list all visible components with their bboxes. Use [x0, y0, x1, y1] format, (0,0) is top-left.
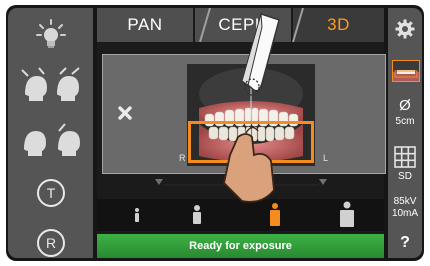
resolution-button[interactable]: SD: [388, 146, 422, 186]
head-tilt-icon: [21, 67, 80, 101]
settings-button[interactable]: [388, 14, 422, 44]
help-button[interactable]: ?: [388, 234, 422, 252]
head-rotate-icon: [24, 123, 80, 156]
device-frame: T R PAN CEPH 3D R L Ready for exposure Ø…: [6, 5, 424, 261]
grid-icon: [394, 146, 416, 168]
diameter-symbol: Ø: [399, 97, 411, 114]
settings-gear-icon: [395, 19, 415, 39]
gesture-overlay: [223, 13, 280, 203]
patient-child[interactable]: [119, 199, 155, 231]
left-sidebar: T R: [8, 8, 93, 258]
status-bar: Ready for exposure: [97, 234, 384, 258]
exposure-parameters[interactable]: 85kV 10mA: [388, 196, 422, 222]
tap-hand-icon: [223, 126, 275, 203]
scan-thumbnail[interactable]: [392, 60, 420, 82]
light-icon: [36, 19, 66, 48]
head-tilt-button[interactable]: [16, 63, 86, 105]
ma-value: 10mA: [391, 208, 419, 219]
fov-diameter[interactable]: Ø 5cm: [388, 96, 422, 132]
person-child-icon: [135, 208, 139, 222]
r-button[interactable]: R: [34, 226, 68, 260]
circle-r-icon: R: [37, 229, 65, 257]
svg-text:R: R: [46, 235, 56, 251]
close-button[interactable]: [111, 99, 139, 127]
patient-large[interactable]: [329, 199, 365, 231]
resolution-label: SD: [398, 171, 412, 182]
circle-t-icon: T: [37, 179, 65, 207]
head-rotate-button[interactable]: [16, 118, 86, 160]
left-side-label: L: [323, 153, 329, 163]
right-side-label: R: [179, 153, 186, 163]
close-icon: [118, 106, 132, 120]
kv-value: 85kV: [393, 196, 417, 207]
drag-finger-icon: [241, 13, 280, 96]
light-button[interactable]: [33, 16, 69, 52]
teeth-thumbnail: [393, 70, 419, 81]
svg-text:T: T: [47, 185, 56, 201]
t-button[interactable]: T: [34, 176, 68, 210]
person-large-icon: [340, 201, 354, 227]
right-sidebar: Ø 5cm SD 85kV 10mA ?: [388, 8, 422, 258]
diameter-value: 5cm: [395, 116, 415, 127]
